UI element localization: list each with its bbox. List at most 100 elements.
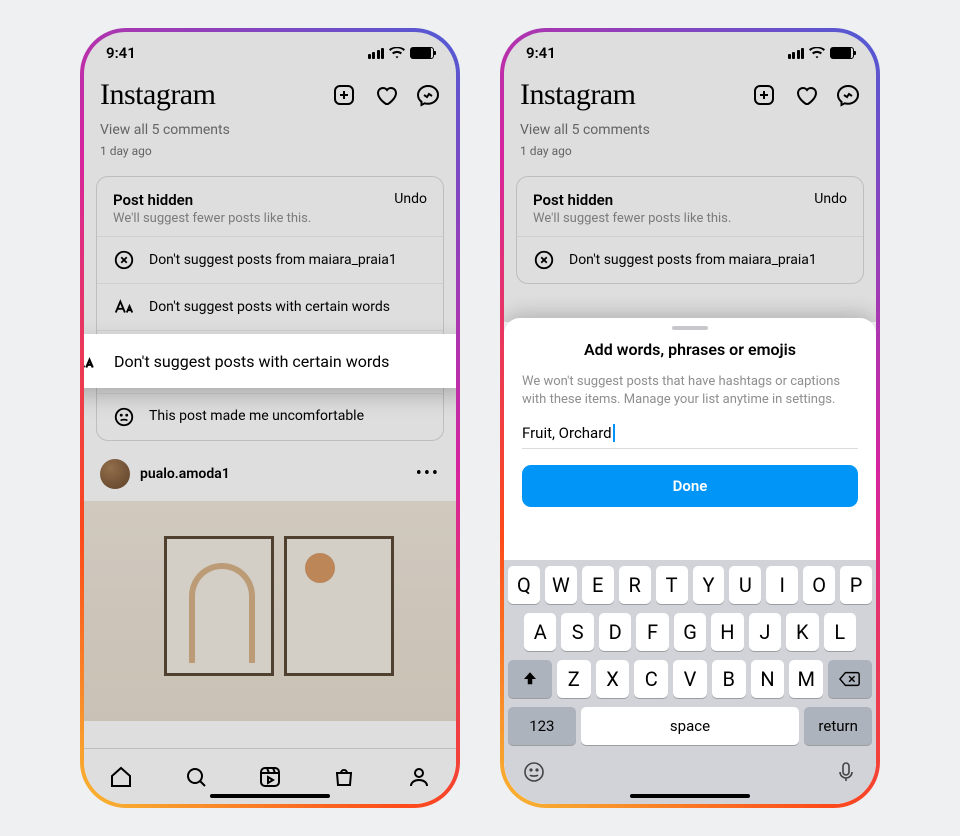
undo-button[interactable]: Undo bbox=[394, 191, 427, 207]
view-comments-link[interactable]: View all 5 comments bbox=[520, 122, 860, 138]
backspace-key[interactable] bbox=[828, 660, 872, 698]
key-h[interactable]: H bbox=[711, 613, 743, 651]
phone-right: 9:41 Instagram View all 5 comments 1 day… bbox=[500, 28, 880, 808]
key-j[interactable]: J bbox=[749, 613, 781, 651]
key-i[interactable]: I bbox=[766, 566, 798, 604]
more-icon[interactable]: ••• bbox=[416, 463, 440, 484]
profile-tab-icon[interactable] bbox=[407, 765, 431, 789]
post-hidden-card: Post hidden We'll suggest fewer posts li… bbox=[96, 176, 444, 441]
key-a[interactable]: A bbox=[524, 613, 556, 651]
key-g[interactable]: G bbox=[674, 613, 706, 651]
option-block-user[interactable]: Don't suggest posts from maiara_praia1 bbox=[517, 236, 863, 283]
option-label: Don't suggest posts from maiara_praia1 bbox=[569, 251, 817, 270]
key-z[interactable]: Z bbox=[557, 660, 591, 698]
app-header: Instagram bbox=[504, 74, 876, 122]
key-b[interactable]: B bbox=[712, 660, 746, 698]
hidden-title: Post hidden bbox=[533, 191, 814, 209]
text-caret bbox=[613, 424, 615, 442]
status-bar: 9:41 bbox=[504, 32, 876, 74]
key-f[interactable]: F bbox=[636, 613, 668, 651]
words-input[interactable]: Fruit, Orchard bbox=[522, 424, 858, 449]
option-label: This post made me uncomfortable bbox=[149, 407, 364, 426]
messenger-icon[interactable] bbox=[416, 83, 440, 107]
instagram-logo: Instagram bbox=[520, 78, 635, 112]
hidden-subtitle: We'll suggest fewer posts like this. bbox=[113, 211, 394, 226]
home-tab-icon[interactable] bbox=[109, 765, 133, 789]
post-timestamp: 1 day ago bbox=[520, 144, 860, 158]
messenger-icon[interactable] bbox=[836, 83, 860, 107]
key-y[interactable]: Y bbox=[693, 566, 725, 604]
feed-meta: View all 5 comments 1 day ago bbox=[504, 122, 876, 158]
sheet-description: We won't suggest posts that have hashtag… bbox=[504, 373, 876, 424]
text-aa-icon bbox=[113, 296, 135, 318]
signal-icon bbox=[788, 48, 805, 59]
x-circle-icon bbox=[533, 249, 555, 271]
post-hidden-card: Post hidden We'll suggest fewer posts li… bbox=[516, 176, 864, 284]
wifi-icon bbox=[809, 47, 825, 59]
post-image[interactable] bbox=[84, 501, 456, 721]
new-post-icon[interactable] bbox=[332, 83, 356, 107]
sheet-grabber[interactable] bbox=[672, 326, 708, 330]
emoji-icon[interactable] bbox=[522, 760, 546, 784]
feed-meta: View all 5 comments 1 day ago bbox=[84, 122, 456, 158]
option-block-user[interactable]: Don't suggest posts from maiara_praia1 bbox=[97, 236, 443, 283]
activity-heart-icon[interactable] bbox=[794, 83, 818, 107]
key-t[interactable]: T bbox=[656, 566, 688, 604]
key-c[interactable]: C bbox=[634, 660, 668, 698]
reels-tab-icon[interactable] bbox=[258, 765, 282, 789]
text-aa-icon bbox=[84, 348, 96, 374]
key-o[interactable]: O bbox=[803, 566, 835, 604]
shift-icon bbox=[521, 670, 539, 688]
key-l[interactable]: L bbox=[824, 613, 856, 651]
shift-key[interactable] bbox=[508, 660, 552, 698]
numeric-key[interactable]: 123 bbox=[508, 707, 576, 745]
shop-tab-icon[interactable] bbox=[332, 765, 356, 789]
option-uncomfortable[interactable]: This post made me uncomfortable bbox=[97, 393, 443, 440]
key-v[interactable]: V bbox=[673, 660, 707, 698]
battery-icon bbox=[830, 47, 854, 59]
highlighted-option-certain-words[interactable]: Don't suggest posts with certain words bbox=[84, 334, 456, 388]
search-tab-icon[interactable] bbox=[184, 765, 208, 789]
hidden-subtitle: We'll suggest fewer posts like this. bbox=[533, 211, 814, 226]
done-button[interactable]: Done bbox=[522, 465, 858, 507]
next-username[interactable]: pualo.amoda1 bbox=[140, 466, 416, 482]
key-k[interactable]: K bbox=[786, 613, 818, 651]
key-m[interactable]: M bbox=[789, 660, 823, 698]
view-comments-link[interactable]: View all 5 comments bbox=[100, 122, 440, 138]
key-u[interactable]: U bbox=[729, 566, 761, 604]
instagram-logo: Instagram bbox=[100, 78, 215, 112]
post-timestamp: 1 day ago bbox=[100, 144, 440, 158]
key-e[interactable]: E bbox=[582, 566, 614, 604]
home-indicator bbox=[210, 794, 330, 798]
ios-keyboard: Q W E R T Y U I O P A S D bbox=[504, 560, 876, 804]
key-n[interactable]: N bbox=[751, 660, 785, 698]
key-s[interactable]: S bbox=[561, 613, 593, 651]
add-words-sheet: Add words, phrases or emojis We won't su… bbox=[504, 318, 876, 804]
signal-icon bbox=[368, 48, 385, 59]
option-label: Don't suggest posts with certain words bbox=[149, 298, 390, 317]
sad-face-icon bbox=[113, 406, 135, 428]
next-post-header[interactable]: pualo.amoda1 ••• bbox=[84, 441, 456, 489]
key-r[interactable]: R bbox=[619, 566, 651, 604]
option-label: Don't suggest posts from maiara_praia1 bbox=[149, 251, 397, 270]
words-input-value: Fruit, Orchard bbox=[522, 424, 612, 442]
wifi-icon bbox=[389, 47, 405, 59]
status-time: 9:41 bbox=[526, 44, 556, 62]
new-post-icon[interactable] bbox=[752, 83, 776, 107]
key-w[interactable]: W bbox=[545, 566, 577, 604]
sheet-title: Add words, phrases or emojis bbox=[504, 340, 876, 373]
key-q[interactable]: Q bbox=[508, 566, 540, 604]
activity-heart-icon[interactable] bbox=[374, 83, 398, 107]
option-certain-words[interactable]: Don't suggest posts with certain words bbox=[97, 283, 443, 330]
user-avatar[interactable] bbox=[100, 459, 130, 489]
key-p[interactable]: P bbox=[840, 566, 872, 604]
space-key[interactable]: space bbox=[581, 707, 800, 745]
x-circle-icon bbox=[113, 249, 135, 271]
undo-button[interactable]: Undo bbox=[814, 191, 847, 207]
phone-left: 9:41 Instagram View all 5 comments 1 day… bbox=[80, 28, 460, 808]
key-d[interactable]: D bbox=[599, 613, 631, 651]
key-x[interactable]: X bbox=[596, 660, 630, 698]
return-key[interactable]: return bbox=[804, 707, 872, 745]
mic-icon[interactable] bbox=[834, 760, 858, 784]
hidden-title: Post hidden bbox=[113, 191, 394, 209]
